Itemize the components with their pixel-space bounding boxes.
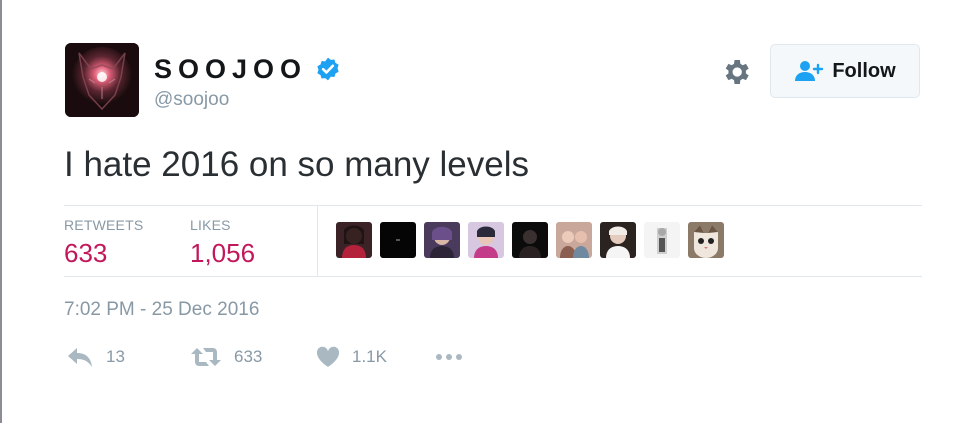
reply-count: 13 xyxy=(106,347,125,366)
more-action[interactable] xyxy=(434,346,464,368)
heart-icon xyxy=(316,346,340,367)
likers-avatars xyxy=(336,222,724,258)
reply-icon xyxy=(68,348,92,367)
retweet-count: 633 xyxy=(234,347,263,366)
tweet-text: I hate 2016 on so many levels xyxy=(64,145,530,184)
liker-avatar[interactable] xyxy=(600,222,636,258)
stats-separator xyxy=(317,206,318,276)
liker-avatar[interactable] xyxy=(556,222,592,258)
gear-icon[interactable] xyxy=(720,56,752,88)
likes-stat[interactable]: LIKES 1,056 xyxy=(190,217,255,269)
reply-action[interactable]: 13 xyxy=(66,346,125,368)
liker-avatar[interactable] xyxy=(468,222,504,258)
user-handle[interactable]: @soojoo xyxy=(154,88,229,112)
more-dots-icon xyxy=(436,354,462,360)
retweets-value: 633 xyxy=(64,238,108,268)
add-user-icon xyxy=(795,61,824,81)
tweet-card: SOOJOO @soojoo Follow I hate 2016 on so … xyxy=(0,0,980,423)
avatar[interactable] xyxy=(65,43,139,117)
verified-badge-icon xyxy=(317,57,339,81)
stats-top-divider xyxy=(64,205,922,206)
wolf-avatar-icon xyxy=(65,43,139,117)
liker-avatar[interactable] xyxy=(688,222,724,258)
liker-avatar[interactable] xyxy=(512,222,548,258)
retweets-label: RETWEETS xyxy=(64,217,144,233)
tweet-timestamp[interactable]: 7:02 PM - 25 Dec 2016 xyxy=(64,299,259,321)
likes-label: LIKES xyxy=(190,217,231,233)
liker-avatar[interactable] xyxy=(336,222,372,258)
likes-value: 1,056 xyxy=(190,238,256,268)
like-count: 1.1K xyxy=(352,347,387,366)
liker-avatar[interactable] xyxy=(380,222,416,258)
retweet-icon xyxy=(191,348,221,366)
liker-avatar[interactable] xyxy=(644,222,680,258)
retweet-action[interactable]: 633 xyxy=(190,346,262,368)
retweets-stat[interactable]: RETWEETS 633 xyxy=(64,217,143,269)
liker-avatar[interactable] xyxy=(424,222,460,258)
stats-bottom-divider xyxy=(64,276,922,277)
like-action[interactable]: 1.1K xyxy=(316,346,387,368)
display-name[interactable]: SOOJOO xyxy=(154,54,307,84)
follow-button[interactable]: Follow xyxy=(770,44,920,98)
follow-button-label: Follow xyxy=(832,59,896,82)
